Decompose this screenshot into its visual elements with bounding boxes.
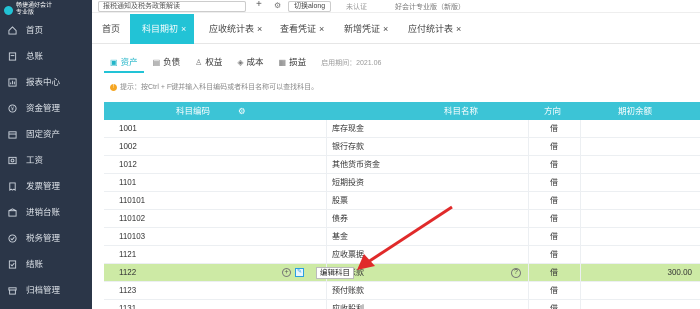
red-arrow-annotation xyxy=(357,205,453,270)
arrow-head xyxy=(357,254,375,270)
arrow-shaft xyxy=(367,205,453,264)
